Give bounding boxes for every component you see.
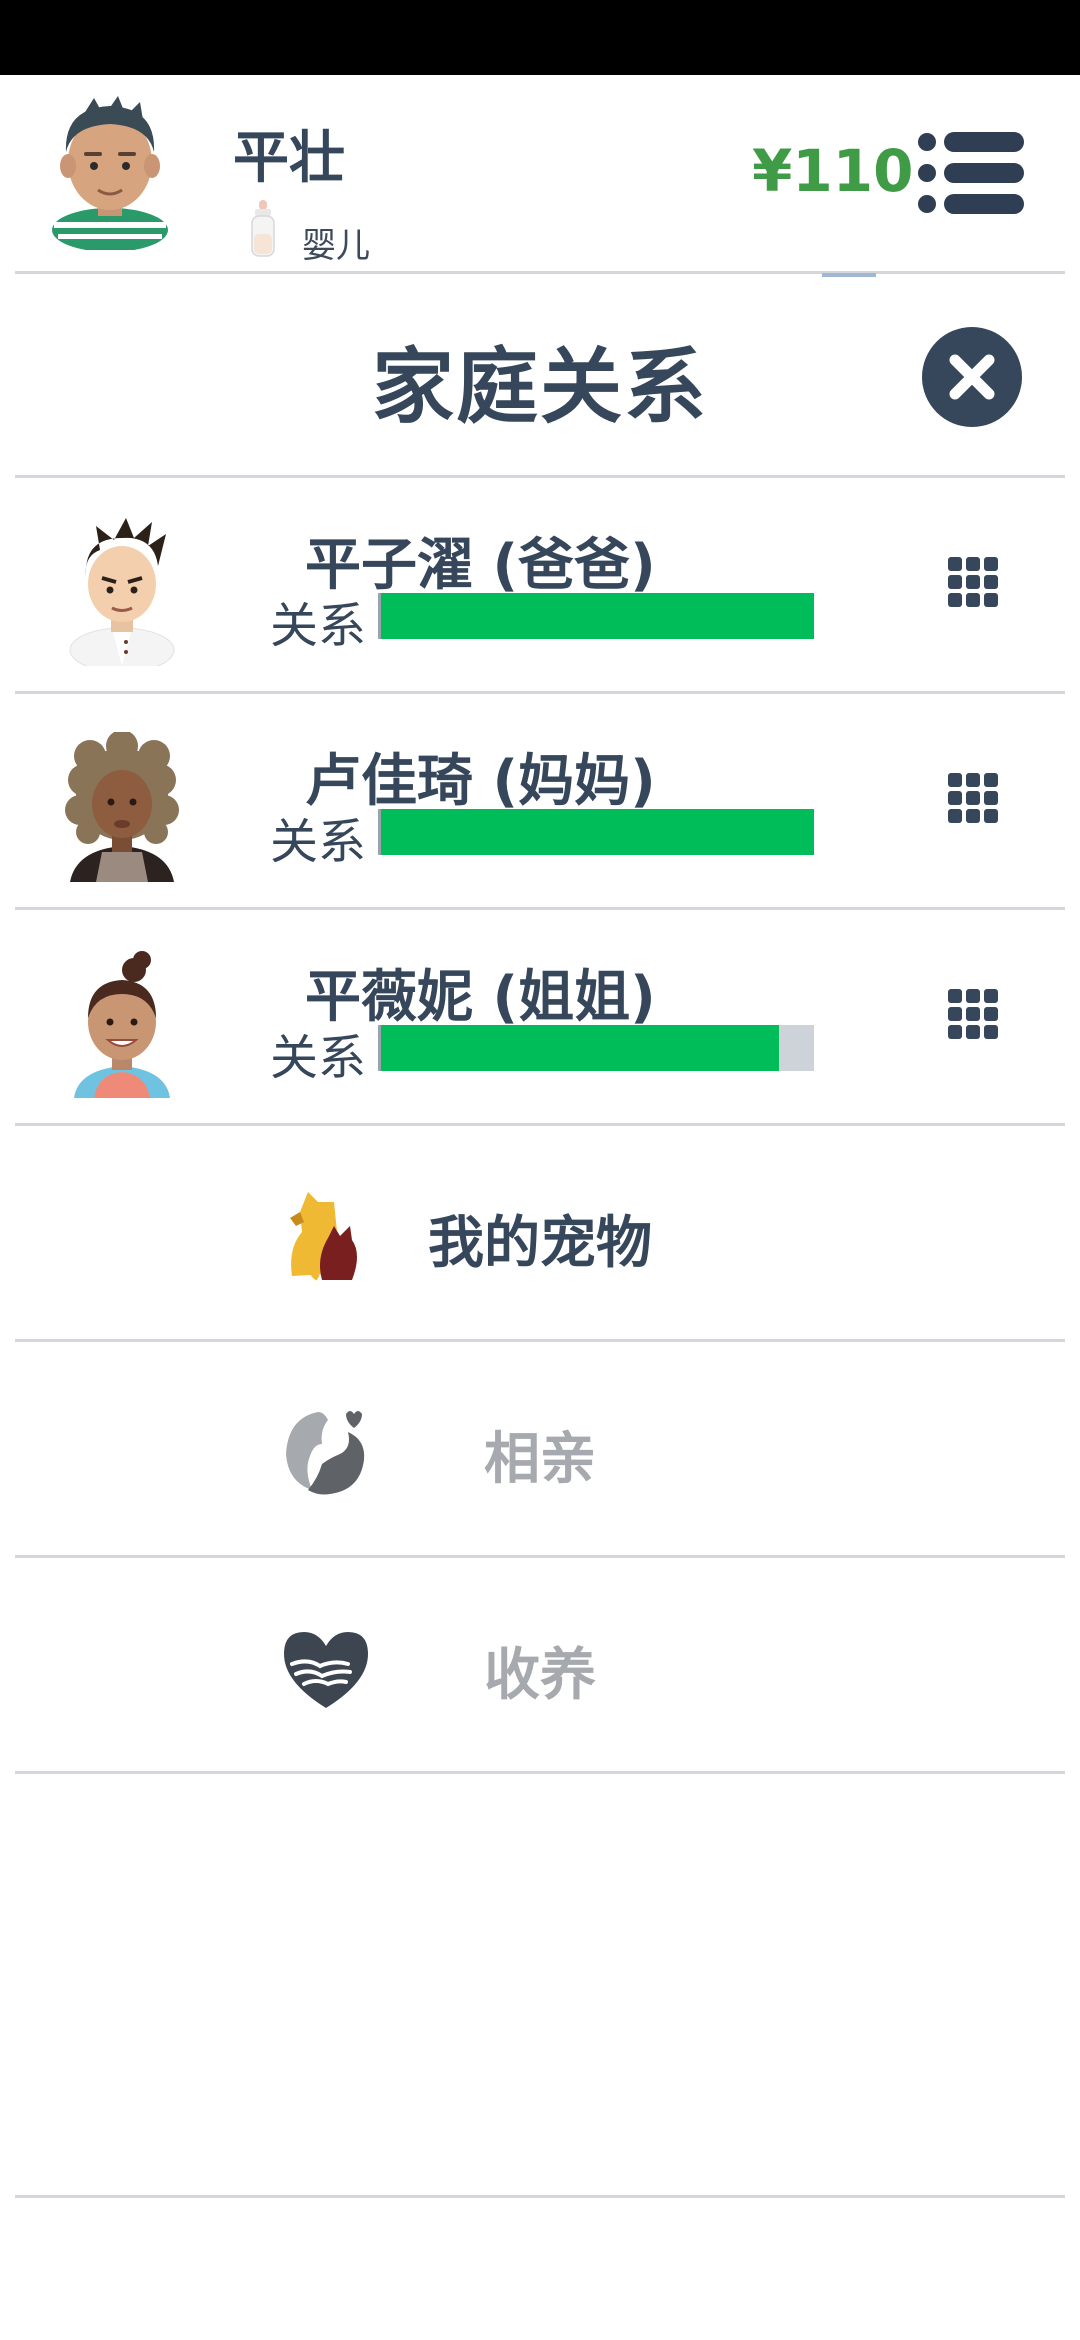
life-stage-label: 婴儿 bbox=[302, 226, 370, 266]
dating-label: 相亲 bbox=[484, 1427, 596, 1492]
close-icon[interactable] bbox=[921, 326, 1023, 428]
relationship-bar-fill bbox=[381, 809, 814, 855]
relationship-bar bbox=[378, 593, 814, 639]
relationship-bar bbox=[378, 1025, 814, 1071]
divider bbox=[15, 271, 1065, 274]
relationship-bar bbox=[378, 809, 814, 855]
family-member-row[interactable]: 卢佳琦 (妈妈) 关系 bbox=[0, 694, 1080, 908]
menu-icon[interactable] bbox=[918, 130, 1026, 216]
status-bar bbox=[0, 0, 1080, 75]
grid-menu-icon[interactable] bbox=[946, 987, 1000, 1041]
my-pets-button[interactable]: 我的宠物 bbox=[0, 1126, 1080, 1340]
relationship-bar-fill bbox=[381, 593, 814, 639]
family-member-row[interactable]: 平子濯 (爸爸) 关系 bbox=[0, 478, 1080, 692]
grid-menu-icon[interactable] bbox=[946, 555, 1000, 609]
divider bbox=[15, 1771, 1065, 1774]
relationship-bar-fill bbox=[381, 1025, 780, 1071]
player-avatar[interactable] bbox=[40, 90, 180, 250]
divider bbox=[15, 2195, 1065, 2198]
relationship-label: 关系 bbox=[270, 598, 367, 654]
relationship-label: 关系 bbox=[270, 814, 367, 870]
sister-avatar bbox=[74, 951, 170, 1098]
scroll-indicator bbox=[822, 273, 876, 277]
dating-button[interactable]: 相亲 bbox=[0, 1342, 1080, 1556]
relationship-label: 关系 bbox=[270, 1030, 367, 1086]
adoption-button[interactable]: 收养 bbox=[0, 1558, 1080, 1772]
panel-title: 家庭关系 bbox=[371, 340, 708, 435]
player-header: 平壮 婴儿 ¥110 bbox=[0, 75, 1080, 273]
baby-bottle-icon bbox=[251, 200, 275, 257]
money-balance: ¥110 bbox=[752, 137, 914, 205]
mother-avatar bbox=[65, 732, 179, 882]
family-member-row[interactable]: 平薇妮 (姐姐) 关系 bbox=[0, 910, 1080, 1124]
father-avatar bbox=[69, 518, 175, 666]
player-name: 平壮 bbox=[233, 126, 345, 191]
my-pets-label: 我的宠物 bbox=[428, 1211, 652, 1276]
adoption-label: 收养 bbox=[484, 1643, 596, 1708]
grid-menu-icon[interactable] bbox=[946, 771, 1000, 825]
